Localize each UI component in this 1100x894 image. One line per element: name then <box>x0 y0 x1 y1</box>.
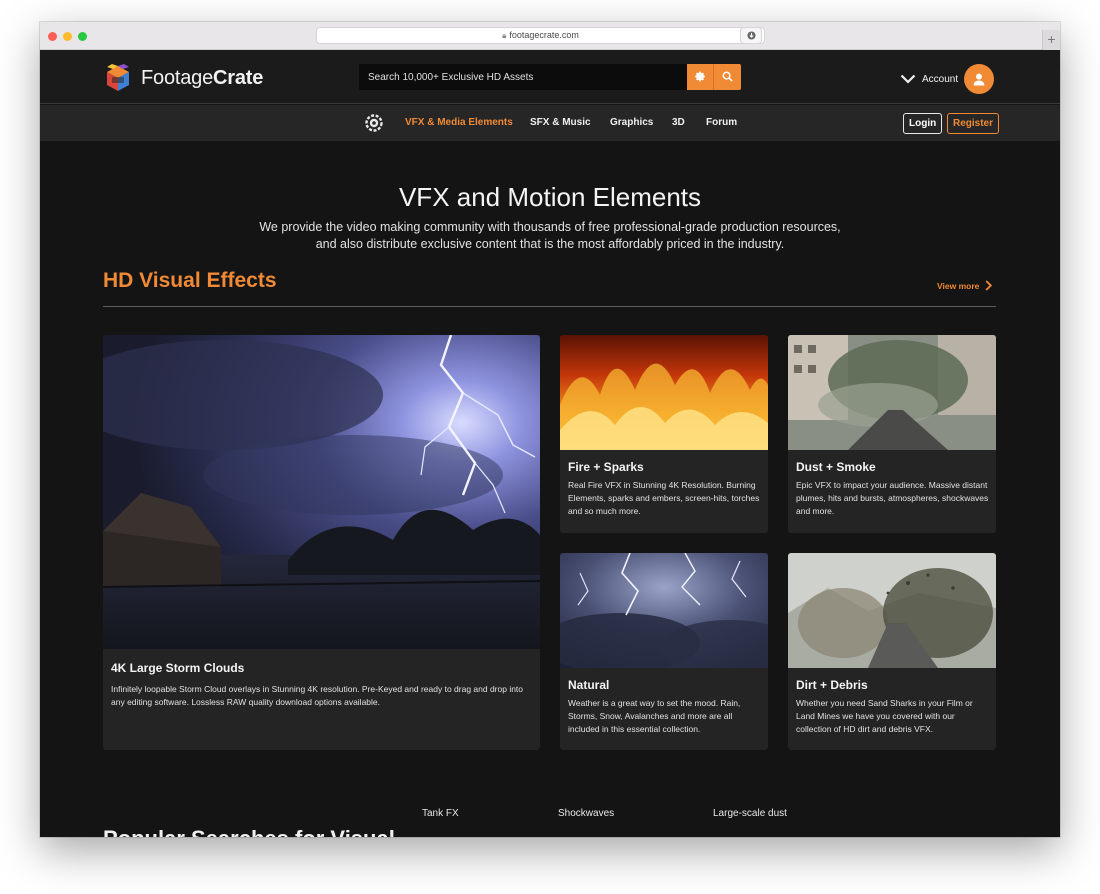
dirt-debris-thumbnail <box>788 553 996 668</box>
account-menu[interactable]: Account <box>900 64 995 94</box>
card-natural[interactable]: Natural Weather is a great way to set th… <box>560 553 768 750</box>
downloads-button[interactable] <box>740 27 762 44</box>
user-icon <box>973 73 985 85</box>
search-settings-button[interactable] <box>687 64 714 90</box>
login-button[interactable]: Login <box>903 113 943 134</box>
card-title: 4K Large Storm Clouds <box>111 661 245 675</box>
card-storm-clouds[interactable]: 4K Large Storm Clouds Infinitely loopabl… <box>103 335 540 750</box>
natural-thumbnail <box>560 553 768 668</box>
view-more-link[interactable]: View more <box>937 280 993 291</box>
card-description: Whether you need Sand Sharks in your Fil… <box>796 698 973 734</box>
lock-icon: 🔒︎ <box>502 31 507 40</box>
card-title: Dust + Smoke <box>796 460 876 474</box>
browser-toolbar: 🔒︎footagecrate.com ↻ + <box>40 22 1060 50</box>
card-description: Infinitely loopable Storm Cloud overlays… <box>111 684 524 707</box>
gear-icon <box>694 71 705 82</box>
browser-window: 🔒︎footagecrate.com ↻ + FootageCrate <box>40 22 1060 837</box>
popular-search-shockwaves[interactable]: Shockwaves <box>558 808 614 819</box>
card-title: Fire + Sparks <box>568 460 644 474</box>
crate-logo-icon <box>107 64 129 91</box>
account-label: Account <box>922 73 959 85</box>
card-fire-sparks[interactable]: Fire + Sparks Real Fire VFX in Stunning … <box>560 335 768 533</box>
nav-vfx-media-elements[interactable]: VFX & Media Elements <box>405 105 513 141</box>
fire-sparks-thumbnail <box>560 335 768 450</box>
page-subtitle: We provide the video making community wi… <box>250 219 850 253</box>
address-bar[interactable]: 🔒︎footagecrate.com ↻ <box>316 27 765 44</box>
download-icon <box>746 31 756 40</box>
site-header: FootageCrate Account <box>40 50 1060 104</box>
card-description: Real Fire VFX in Stunning 4K Resolution.… <box>568 480 760 516</box>
storm-clouds-thumbnail <box>103 335 540 649</box>
new-tab-button[interactable]: + <box>1042 30 1060 50</box>
chevron-down-icon <box>900 74 916 84</box>
card-dirt-debris[interactable]: Dirt + Debris Whether you need Sand Shar… <box>788 553 996 750</box>
nav-graphics[interactable]: Graphics <box>610 105 653 141</box>
nav-3d[interactable]: 3D <box>672 105 685 141</box>
section-title: HD Visual Effects <box>103 269 277 292</box>
view-more-label: View more <box>937 280 980 291</box>
address-text: footagecrate.com <box>509 30 579 40</box>
chevron-right-icon <box>985 280 993 291</box>
logo-text: FootageCrate <box>141 66 264 89</box>
nav-sfx-music[interactable]: SFX & Music <box>530 105 591 141</box>
minimize-window-button[interactable] <box>63 32 72 41</box>
page-title: VFX and Motion Elements <box>398 182 702 212</box>
search-bar <box>359 64 688 90</box>
popular-searches-title: Popular Searches for Visual <box>103 826 395 837</box>
card-description: Weather is a great way to set the mood. … <box>568 698 741 734</box>
card-description: Epic VFX to impact your audience. Massiv… <box>796 480 989 516</box>
section-divider <box>103 306 996 307</box>
search-button[interactable] <box>714 64 741 90</box>
zoom-window-button[interactable] <box>78 32 87 41</box>
register-button[interactable]: Register <box>947 113 1000 134</box>
subtitle-line-2: and also distribute exclusive content th… <box>315 237 785 251</box>
search-input[interactable] <box>359 64 688 90</box>
card-title: Natural <box>568 678 610 692</box>
dust-smoke-thumbnail <box>788 335 996 450</box>
popular-search-tank-fx[interactable]: Tank FX <box>422 808 459 819</box>
subtitle-line-1: We provide the video making community wi… <box>259 220 841 234</box>
brand-emblem-icon[interactable] <box>364 113 384 133</box>
avatar[interactable] <box>964 64 995 94</box>
category-nav: VFX & Media Elements SFX & Music Graphic… <box>40 105 1060 141</box>
card-dust-smoke[interactable]: Dust + Smoke Epic VFX to impact your aud… <box>788 335 996 533</box>
search-icon <box>722 71 733 82</box>
popular-search-large-scale-dust[interactable]: Large-scale dust <box>713 808 787 819</box>
card-title: Dirt + Debris <box>796 678 868 692</box>
site-logo[interactable]: FootageCrate <box>103 63 263 93</box>
nav-forum[interactable]: Forum <box>706 105 737 141</box>
close-window-button[interactable] <box>48 32 57 41</box>
